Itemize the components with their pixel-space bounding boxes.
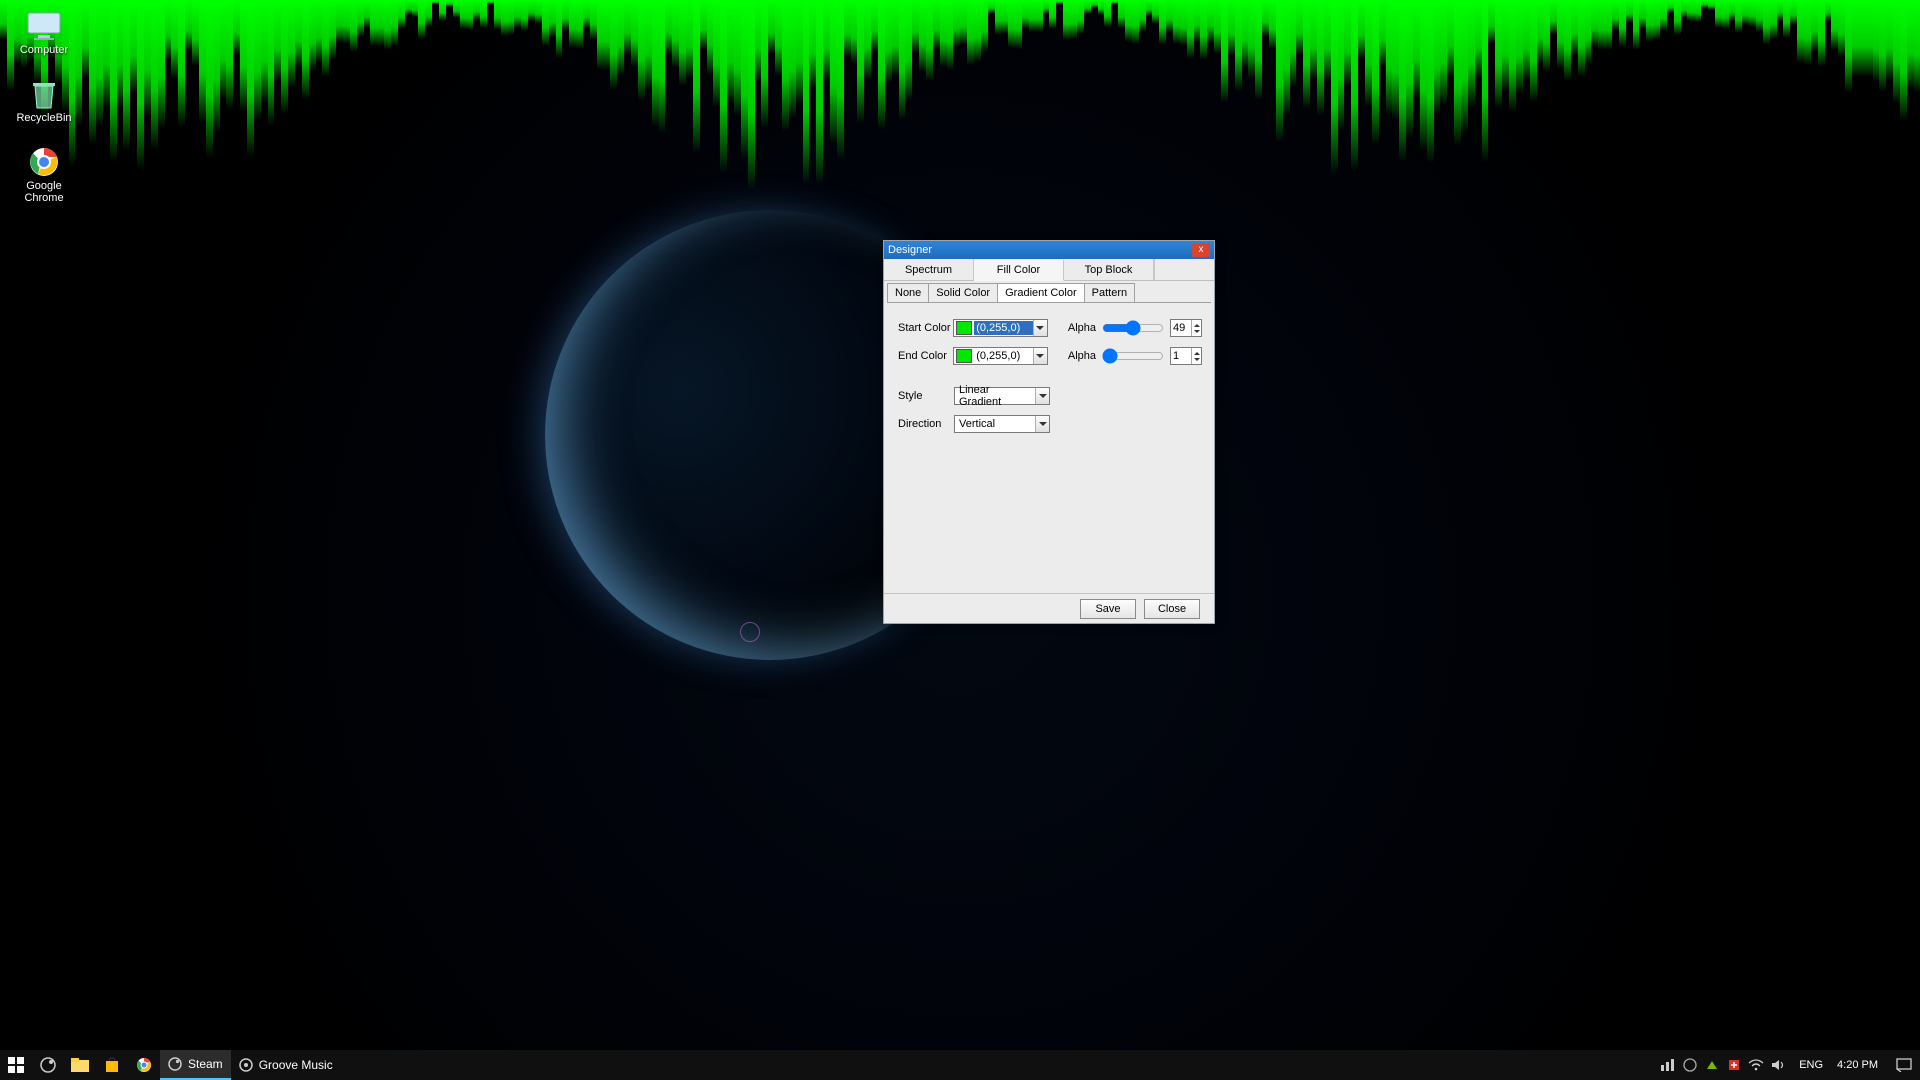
tab-fill-color[interactable]: Fill Color (974, 260, 1064, 281)
tray-volume-icon[interactable] (1767, 1050, 1789, 1080)
end-alpha-spinner[interactable]: 1 (1170, 347, 1202, 365)
desktop-icon-chrome[interactable]: Google Chrome (6, 146, 82, 204)
desktop-icon-label: Computer (20, 44, 68, 56)
subtab-label: Gradient Color (1005, 287, 1077, 299)
desktop-icons-area: Computer RecycleBin Google Chrome (6, 10, 82, 204)
dropdown-caret-icon[interactable] (1035, 388, 1049, 404)
designer-window: Designer x Spectrum Fill Color Top Block… (883, 240, 1215, 624)
audio-spectrum-visualizer (0, 0, 1920, 200)
style-label: Style (898, 390, 954, 402)
spinner-up-icon[interactable] (1192, 348, 1201, 356)
shopping-bag-icon (104, 1057, 120, 1073)
taskbar: Steam Groove Music ENG 4:20 PM (0, 1050, 1920, 1080)
tray-steam-icon[interactable] (1679, 1050, 1701, 1080)
tray-clock[interactable]: 4:20 PM (1827, 1059, 1888, 1071)
spinner-down-icon[interactable] (1192, 356, 1201, 364)
window-title: Designer (888, 244, 1192, 256)
folder-icon (71, 1058, 89, 1072)
tab-label: Top Block (1085, 264, 1133, 276)
recycle-bin-icon (24, 78, 64, 110)
taskbar-explorer-icon[interactable] (64, 1050, 96, 1080)
chrome-icon (136, 1057, 152, 1073)
sub-tab-bar: None Solid Color Gradient Color Pattern (884, 281, 1214, 302)
tray-nvidia-icon[interactable] (1701, 1050, 1723, 1080)
window-titlebar[interactable]: Designer x (884, 241, 1214, 259)
desktop-icon-label: Google Chrome (6, 180, 82, 204)
tray-wifi-icon[interactable] (1745, 1050, 1767, 1080)
spinner-down-icon[interactable] (1192, 328, 1201, 336)
tab-label: Spectrum (905, 264, 952, 276)
taskbar-steam-icon[interactable] (32, 1050, 64, 1080)
close-button[interactable]: Close (1144, 599, 1200, 619)
start-color-value: (0,255,0) (974, 321, 1033, 335)
start-alpha-spinner[interactable]: 49 (1170, 319, 1202, 337)
tab-top-block[interactable]: Top Block (1064, 259, 1154, 280)
steam-icon (40, 1057, 56, 1073)
chrome-icon (24, 146, 64, 178)
style-select[interactable]: Linear Gradient (954, 387, 1050, 405)
tray-graph-icon[interactable] (1657, 1050, 1679, 1080)
alpha-label: Alpha (1068, 322, 1096, 334)
tray-notifications-icon[interactable] (1888, 1050, 1920, 1080)
taskbar-app-groove[interactable]: Groove Music (231, 1050, 341, 1080)
desktop-icon-recyclebin[interactable]: RecycleBin (6, 78, 82, 124)
tab-label: Fill Color (997, 264, 1040, 276)
style-value: Linear Gradient (955, 384, 1035, 408)
subtab-label: None (895, 287, 921, 299)
main-tab-bar: Spectrum Fill Color Top Block (884, 259, 1214, 281)
subtab-label: Solid Color (936, 287, 990, 299)
tab-spectrum[interactable]: Spectrum (884, 259, 974, 280)
desktop-icon-computer[interactable]: Computer (6, 10, 82, 56)
dropdown-caret-icon[interactable] (1035, 416, 1049, 432)
form-area: Start Color (0,255,0) Alpha 49 End Color… (884, 303, 1214, 435)
taskbar-app-label: Steam (188, 1057, 223, 1071)
windows-logo-icon (8, 1057, 24, 1073)
window-close-button[interactable]: x (1192, 243, 1210, 257)
start-color-picker[interactable]: (0,255,0) (953, 319, 1048, 337)
subtab-gradient-color[interactable]: Gradient Color (997, 283, 1085, 302)
close-icon: x (1199, 245, 1204, 255)
desktop-icon-label: RecycleBin (16, 112, 71, 124)
subtab-pattern[interactable]: Pattern (1084, 283, 1135, 302)
tray-security-icon[interactable] (1723, 1050, 1745, 1080)
subtab-solid-color[interactable]: Solid Color (928, 283, 998, 302)
taskbar-app-label: Groove Music (259, 1058, 333, 1072)
end-color-value: (0,255,0) (974, 349, 1033, 363)
system-tray: ENG 4:20 PM (1657, 1050, 1920, 1080)
start-alpha-slider[interactable] (1102, 321, 1164, 335)
end-color-label: End Color (898, 350, 953, 362)
start-alpha-value: 49 (1171, 320, 1191, 336)
subtab-label: Pattern (1092, 287, 1127, 299)
start-button[interactable] (0, 1050, 32, 1080)
tray-language[interactable]: ENG (1789, 1059, 1827, 1071)
spinner-up-icon[interactable] (1192, 320, 1201, 328)
direction-value: Vertical (955, 418, 1035, 430)
taskbar-store-icon[interactable] (96, 1050, 128, 1080)
dropdown-caret-icon[interactable] (1033, 348, 1047, 364)
end-color-picker[interactable]: (0,255,0) (953, 347, 1048, 365)
moon-graphic (740, 622, 760, 642)
dropdown-caret-icon[interactable] (1033, 320, 1047, 336)
start-color-swatch (956, 321, 972, 335)
start-color-label: Start Color (898, 322, 953, 334)
end-color-swatch (956, 349, 972, 363)
direction-select[interactable]: Vertical (954, 415, 1050, 433)
save-button[interactable]: Save (1080, 599, 1136, 619)
window-footer: Save Close (884, 593, 1214, 623)
taskbar-chrome-icon[interactable] (128, 1050, 160, 1080)
computer-icon (24, 10, 64, 42)
steam-icon (168, 1057, 182, 1071)
end-alpha-value: 1 (1171, 348, 1191, 364)
end-alpha-slider[interactable] (1102, 349, 1164, 363)
taskbar-app-steam[interactable]: Steam (160, 1050, 231, 1080)
alpha-label: Alpha (1068, 350, 1096, 362)
subtab-none[interactable]: None (887, 283, 929, 302)
direction-label: Direction (898, 418, 954, 430)
groove-music-icon (239, 1058, 253, 1072)
